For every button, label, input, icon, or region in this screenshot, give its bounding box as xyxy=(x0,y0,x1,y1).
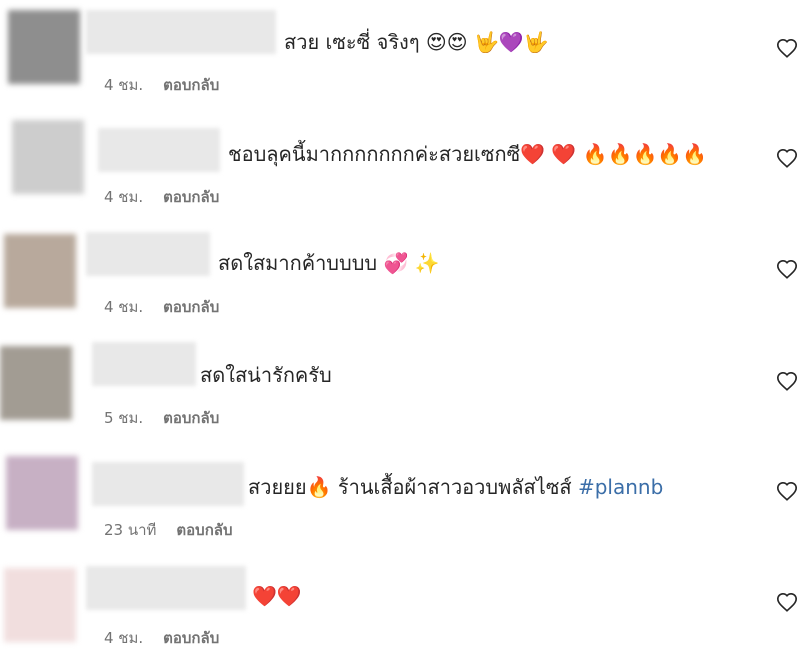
comment-item: สดใสน่ารักครับ 5 ชม. ตอบกลับ xyxy=(0,334,800,439)
hashtag-link[interactable]: #plannb xyxy=(578,475,663,499)
comment-time: 4 ชม. xyxy=(104,188,144,206)
comment-meta: 4 ชม. ตอบกลับ xyxy=(104,295,219,319)
comment-text: สดใสมากค้าบบบบ 💞 ✨ xyxy=(218,251,440,275)
comment-item: สวยยย🔥 ร้านเสื้อผ้าสาวอวบพลัสไซส์ #plann… xyxy=(0,444,800,549)
avatar[interactable] xyxy=(4,568,76,642)
comment-text: สวย เซะซี่ จริงๆ 😍😍 🤟💜🤟 xyxy=(284,30,549,54)
avatar[interactable] xyxy=(4,234,76,308)
heart-icon[interactable] xyxy=(776,481,798,503)
comment-item: ชอบลุคนี้มากกกกกกกค่ะสวยเซกซี❤️ ❤️ 🔥🔥🔥🔥🔥… xyxy=(0,110,800,215)
comment-text: ชอบลุคนี้มากกกกกกกค่ะสวยเซกซี❤️ ❤️ 🔥🔥🔥🔥🔥 xyxy=(228,142,708,166)
username-blurred[interactable] xyxy=(92,342,196,386)
avatar[interactable] xyxy=(6,456,78,530)
comment-meta: 23 นาที ตอบกลับ xyxy=(104,518,233,542)
reply-button[interactable]: ตอบกลับ xyxy=(163,626,219,650)
username-blurred[interactable] xyxy=(92,462,244,506)
comment-meta: 4 ชม. ตอบกลับ xyxy=(104,185,219,209)
username-blurred[interactable] xyxy=(86,232,210,276)
heart-icon[interactable] xyxy=(776,592,798,614)
heart-icon[interactable] xyxy=(776,371,798,393)
reply-button[interactable]: ตอบกลับ xyxy=(163,73,219,97)
avatar[interactable] xyxy=(8,10,80,84)
reply-button[interactable]: ตอบกลับ xyxy=(176,518,232,542)
username-blurred[interactable] xyxy=(98,128,220,172)
comment-time: 5 ชม. xyxy=(104,409,144,427)
username-blurred[interactable] xyxy=(86,566,246,610)
comment-text: สวยยย🔥 ร้านเสื้อผ้าสาวอวบพลัสไซส์ #plann… xyxy=(248,475,664,499)
comment-time: 4 ชม. xyxy=(104,298,144,316)
comment-item: สดใสมากค้าบบบบ 💞 ✨ 4 ชม. ตอบกลับ xyxy=(0,222,800,327)
comment-text: สดใสน่ารักครับ xyxy=(200,363,332,387)
heart-icon[interactable] xyxy=(776,259,798,281)
comment-time: 23 นาที xyxy=(104,521,157,539)
comment-meta: 4 ชม. ตอบกลับ xyxy=(104,626,219,650)
reply-button[interactable]: ตอบกลับ xyxy=(163,406,219,430)
comment-text: ❤️❤️ xyxy=(252,584,302,608)
heart-icon[interactable] xyxy=(776,148,798,170)
username-blurred[interactable] xyxy=(86,10,276,54)
comment-time: 4 ชม. xyxy=(104,76,144,94)
reply-button[interactable]: ตอบกลับ xyxy=(163,185,219,209)
comment-meta: 4 ชม. ตอบกลับ xyxy=(104,73,219,97)
comment-meta: 5 ชม. ตอบกลับ xyxy=(104,406,219,430)
avatar[interactable] xyxy=(12,120,84,194)
heart-icon[interactable] xyxy=(776,38,798,60)
avatar[interactable] xyxy=(0,346,72,420)
comment-time: 4 ชม. xyxy=(104,629,144,647)
reply-button[interactable]: ตอบกลับ xyxy=(163,295,219,319)
comment-item: สวย เซะซี่ จริงๆ 😍😍 🤟💜🤟 4 ชม. ตอบกลับ xyxy=(0,0,800,105)
comment-item: ❤️❤️ 4 ชม. ตอบกลับ xyxy=(0,556,800,661)
